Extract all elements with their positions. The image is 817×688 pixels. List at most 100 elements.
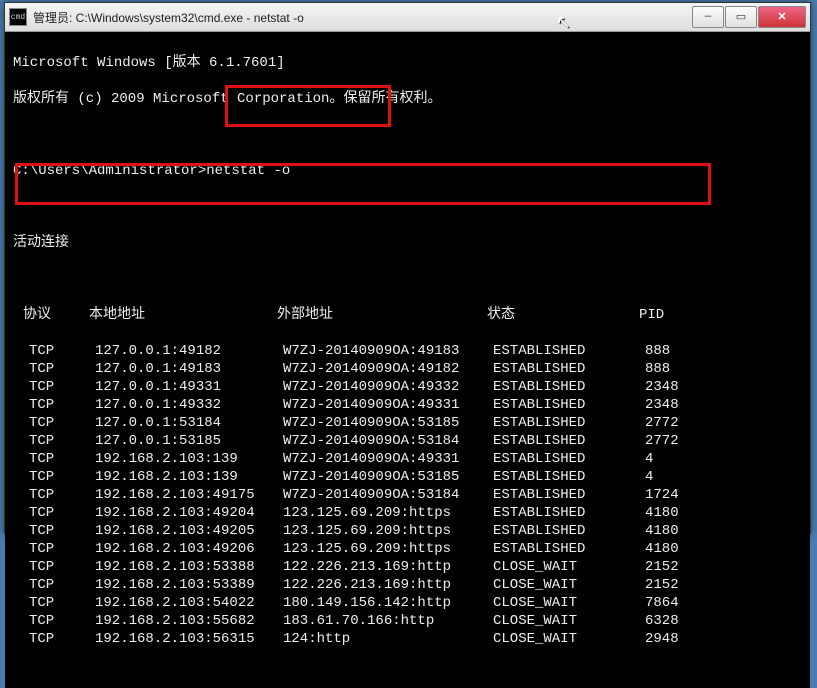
minimize-button[interactable]: — [692, 6, 724, 28]
os-version-line: Microsoft Windows [版本 6.1.7601] [13, 54, 802, 72]
cell-local: 192.168.2.103:139 [95, 450, 283, 468]
cell-state: ESTABLISHED [493, 468, 645, 486]
cell-foreign: W7ZJ-20140909OA:53185 [283, 468, 493, 486]
cell-proto: TCP [13, 612, 95, 630]
cell-state: ESTABLISHED [493, 342, 645, 360]
prompt-line: C:\Users\Administrator>netstat -o [13, 162, 802, 180]
cell-proto: TCP [13, 432, 95, 450]
header-foreign: 外部地址 [277, 306, 487, 324]
cell-foreign: W7ZJ-20140909OA:49182 [283, 360, 493, 378]
terminal-output[interactable]: Microsoft Windows [版本 6.1.7601] 版权所有 (c)… [5, 32, 810, 688]
cell-proto: TCP [13, 558, 95, 576]
cell-proto: TCP [13, 342, 95, 360]
cell-local: 192.168.2.103:49204 [95, 504, 283, 522]
cell-pid: 888 [645, 360, 715, 378]
cell-foreign: W7ZJ-20140909OA:49331 [283, 396, 493, 414]
cell-pid: 2348 [645, 378, 715, 396]
cell-proto: TCP [13, 414, 95, 432]
cell-foreign: W7ZJ-20140909OA:53185 [283, 414, 493, 432]
cell-proto: TCP [13, 486, 95, 504]
cell-state: CLOSE_WAIT [493, 558, 645, 576]
cell-pid: 4180 [645, 540, 715, 558]
cell-state: ESTABLISHED [493, 450, 645, 468]
cell-state: ESTABLISHED [493, 378, 645, 396]
cell-state: ESTABLISHED [493, 396, 645, 414]
cell-pid: 6328 [645, 612, 715, 630]
table-row: TCP127.0.0.1:49183W7ZJ-20140909OA:49182E… [13, 360, 802, 378]
cell-foreign: W7ZJ-20140909OA:53184 [283, 432, 493, 450]
cell-pid: 4 [645, 468, 715, 486]
table-row: TCP192.168.2.103:49206123.125.69.209:htt… [13, 540, 802, 558]
cell-state: CLOSE_WAIT [493, 630, 645, 648]
cell-local: 127.0.0.1:49332 [95, 396, 283, 414]
cell-state: ESTABLISHED [493, 540, 645, 558]
cell-local: 192.168.2.103:55682 [95, 612, 283, 630]
header-proto: 协议 [13, 306, 89, 324]
cell-foreign: 180.149.156.142:http [283, 594, 493, 612]
cell-state: CLOSE_WAIT [493, 594, 645, 612]
header-state: 状态 [487, 306, 639, 324]
table-row: TCP127.0.0.1:49331W7ZJ-20140909OA:49332E… [13, 378, 802, 396]
cell-foreign: 123.125.69.209:https [283, 522, 493, 540]
cell-local: 192.168.2.103:56315 [95, 630, 283, 648]
cell-state: CLOSE_WAIT [493, 576, 645, 594]
cell-foreign: 122.226.213.169:http [283, 576, 493, 594]
cell-local: 192.168.2.103:54022 [95, 594, 283, 612]
cell-state: ESTABLISHED [493, 414, 645, 432]
cmd-window: cmd 管理员: C:\Windows\system32\cmd.exe - n… [4, 2, 811, 534]
table-header: 协议本地地址外部地址状态PID [13, 306, 802, 324]
table-row: TCP192.168.2.103:53389122.226.213.169:ht… [13, 576, 802, 594]
table-row: TCP192.168.2.103:53388122.226.213.169:ht… [13, 558, 802, 576]
cell-proto: TCP [13, 594, 95, 612]
cell-proto: TCP [13, 360, 95, 378]
window-title: 管理员: C:\Windows\system32\cmd.exe - netst… [33, 9, 692, 26]
cell-local: 127.0.0.1:49182 [95, 342, 283, 360]
cell-local: 192.168.2.103:53388 [95, 558, 283, 576]
blank-line [13, 126, 802, 144]
cell-proto: TCP [13, 630, 95, 648]
cell-pid: 2772 [645, 432, 715, 450]
cell-pid: 4180 [645, 504, 715, 522]
cell-proto: TCP [13, 468, 95, 486]
cell-pid: 4180 [645, 522, 715, 540]
cell-pid: 4 [645, 450, 715, 468]
cell-local: 127.0.0.1:53184 [95, 414, 283, 432]
table-row: TCP192.168.2.103:139W7ZJ-20140909OA:5318… [13, 468, 802, 486]
table-row: TCP127.0.0.1:49182W7ZJ-20140909OA:49183E… [13, 342, 802, 360]
cell-foreign: 183.61.70.166:http [283, 612, 493, 630]
cell-proto: TCP [13, 522, 95, 540]
cell-proto: TCP [13, 540, 95, 558]
cell-foreign: W7ZJ-20140909OA:53184 [283, 486, 493, 504]
table-row: TCP192.168.2.103:49175W7ZJ-20140909OA:53… [13, 486, 802, 504]
cell-foreign: W7ZJ-20140909OA:49331 [283, 450, 493, 468]
command-text: netstat -o [206, 163, 290, 179]
cell-state: ESTABLISHED [493, 432, 645, 450]
cell-state: ESTABLISHED [493, 504, 645, 522]
cell-proto: TCP [13, 576, 95, 594]
title-bar[interactable]: cmd 管理员: C:\Windows\system32\cmd.exe - n… [5, 3, 810, 32]
blank-line [13, 270, 802, 288]
copyright-line: 版权所有 (c) 2009 Microsoft Corporation。保留所有… [13, 90, 802, 108]
window-controls: — ▭ ✕ [692, 6, 806, 28]
cell-pid: 7864 [645, 594, 715, 612]
table-row: TCP192.168.2.103:49205123.125.69.209:htt… [13, 522, 802, 540]
cell-proto: TCP [13, 504, 95, 522]
cell-foreign: 124:http [283, 630, 493, 648]
connections-table: TCP127.0.0.1:49182W7ZJ-20140909OA:49183E… [13, 342, 802, 648]
cell-local: 127.0.0.1:49183 [95, 360, 283, 378]
table-row: TCP192.168.2.103:139W7ZJ-20140909OA:4933… [13, 450, 802, 468]
maximize-button[interactable]: ▭ [725, 6, 757, 28]
cell-proto: TCP [13, 396, 95, 414]
close-button[interactable]: ✕ [758, 6, 806, 28]
cell-state: ESTABLISHED [493, 522, 645, 540]
table-row: TCP192.168.2.103:55682183.61.70.166:http… [13, 612, 802, 630]
cell-local: 192.168.2.103:49175 [95, 486, 283, 504]
table-row: TCP127.0.0.1:53184W7ZJ-20140909OA:53185E… [13, 414, 802, 432]
cell-pid: 2772 [645, 414, 715, 432]
prompt-text: C:\Users\Administrator> [13, 163, 206, 179]
table-row: TCP127.0.0.1:49332W7ZJ-20140909OA:49331E… [13, 396, 802, 414]
cell-foreign: 123.125.69.209:https [283, 504, 493, 522]
cell-proto: TCP [13, 450, 95, 468]
cell-pid: 1724 [645, 486, 715, 504]
table-row: TCP192.168.2.103:56315124:httpCLOSE_WAIT… [13, 630, 802, 648]
